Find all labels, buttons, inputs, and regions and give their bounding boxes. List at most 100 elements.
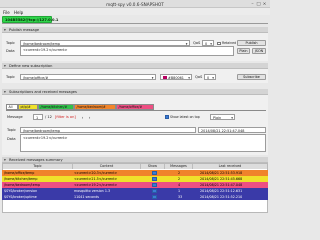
chevron-right-icon[interactable]: › <box>87 115 92 120</box>
row-show-checkbox[interactable] <box>152 189 157 193</box>
row-messages: 4 <box>178 182 181 187</box>
plain-format-button[interactable]: Plain <box>237 48 250 54</box>
row-show-checkbox[interactable] <box>152 177 157 181</box>
menu-help[interactable]: Help <box>14 10 23 15</box>
retained-label: Retained <box>222 40 237 45</box>
row-messages: 2 <box>178 170 181 175</box>
row-topic: /home/kitchen/temp <box>4 176 38 181</box>
publish-topic-label: Topic <box>6 40 16 45</box>
publish-data-value: <current>19.2</current> <box>23 47 68 52</box>
color-swatch <box>162 76 167 79</box>
subscribe-topic-input[interactable]: /home/office/# ▾ <box>20 74 156 80</box>
connection-divider <box>2 23 268 24</box>
table-row[interactable]: /home/bedroom/temp <current>19.2</curren… <box>2 182 268 188</box>
row-content: 11041 seconds <box>74 194 100 199</box>
publish-topic-value: /home/bedroom/temp <box>23 41 61 46</box>
table-row[interactable]: $SYS/broker/version mosquitto version 1.… <box>2 188 268 194</box>
column-header-show[interactable]: Show <box>141 164 165 169</box>
window-title: mqtt-spy v0.0.6-SNAPSHOT <box>106 1 164 7</box>
filter-status: [filter is on] <box>55 115 76 119</box>
received-topic-label: Topic <box>7 128 17 132</box>
row-messages: 33 <box>178 194 183 199</box>
collapse-arrow-icon: ▾ <box>4 63 6 68</box>
subscribe-qos-label: QoS <box>195 74 203 79</box>
row-show-checkbox[interactable] <box>152 171 157 175</box>
subscribe-qos-select[interactable]: 0 ▾ <box>204 74 216 80</box>
row-content: <current>20.3</current> <box>74 170 118 175</box>
column-header-messages[interactable]: Messages <box>165 164 193 169</box>
status-bar <box>0 215 270 222</box>
subscription-section-title: Define new subscription <box>9 64 53 68</box>
chevron-left-icon[interactable]: ‹ <box>80 115 85 120</box>
publish-data-label: Data <box>6 49 15 53</box>
json-format-button[interactable]: JSON <box>252 48 266 54</box>
publish-data-input[interactable]: <current>19.2</current> <box>20 46 234 56</box>
retained-checkbox[interactable] <box>217 41 221 45</box>
menu-bar: File Help <box>0 8 270 15</box>
messages-section-title: Subscriptions and received messages <box>9 90 77 94</box>
message-index-value: 1 <box>36 115 39 120</box>
collapse-arrow-icon: ▾ <box>4 157 6 162</box>
format-select[interactable]: Plain ▾ <box>210 114 235 120</box>
summary-section-title: Received messages summary <box>9 158 63 162</box>
row-topic: /home/office/temp <box>4 170 35 175</box>
row-topic: $SYS/broker/version <box>4 188 38 193</box>
publish-qos-value: 0 <box>205 41 208 46</box>
received-data-label: Data <box>7 137 16 141</box>
row-last-received: 2014/08/21 22:51:45.668 <box>200 176 243 181</box>
subscribe-topic-value: /home/office/# <box>23 75 49 80</box>
chevron-down-icon: ▾ <box>185 41 188 46</box>
row-content: <current>21.5</current> <box>74 176 118 181</box>
subscribe-qos-value: 0 <box>207 75 210 80</box>
column-header-content[interactable]: Content <box>73 164 141 169</box>
row-show-checkbox[interactable] <box>152 183 157 187</box>
message-total: / 12 <box>45 115 52 119</box>
subscribe-button[interactable]: Subscribe <box>237 74 266 80</box>
row-messages: 1 <box>178 188 181 193</box>
maximize-icon[interactable]: □ <box>256 2 261 7</box>
chevron-down-icon: ▾ <box>188 75 190 80</box>
publish-button[interactable]: Publish <box>237 40 266 46</box>
close-icon[interactable]: × <box>262 2 267 7</box>
chevron-down-icon: ▾ <box>151 75 154 80</box>
title-bar: mqtt-spy v0.0.6-SNAPSHOT – □ × <box>0 0 270 8</box>
table-row[interactable]: /home/kitchen/temp <current>21.5</curren… <box>2 176 268 182</box>
publish-qos-label: QoS <box>193 40 201 45</box>
row-content: mosquitto version 1.3 <box>74 188 111 193</box>
chevron-down-icon: ▾ <box>210 41 212 46</box>
show-latest-checkbox[interactable] <box>165 115 169 119</box>
row-topic: $SYS/broker/uptime <box>4 194 37 199</box>
column-header-last-received[interactable]: Last received <box>193 164 267 169</box>
minimize-icon[interactable]: – <box>250 2 255 7</box>
show-latest-label: Show latest on top <box>170 115 200 119</box>
tab-underline <box>6 110 266 111</box>
column-header-topic[interactable]: Topic <box>3 164 73 169</box>
row-content: <current>19.2</current> <box>74 182 118 187</box>
row-last-received: 2014/08/21 22:51:53.918 <box>200 170 243 175</box>
table-row[interactable]: $SYS/broker/uptime 11041 seconds 33 2014… <box>2 194 268 200</box>
table-row[interactable]: /home/office/temp <current>20.3</current… <box>2 170 268 176</box>
connection-tab[interactable]: 104B5582@tcp://127.0.0.1 <box>2 16 58 23</box>
chevron-down-icon: ▾ <box>212 75 214 80</box>
received-timestamp-value: 2014/08/21 22:51:47.048 <box>201 128 245 133</box>
subscribe-topic-label: Topic <box>6 74 16 79</box>
format-value: Plain <box>213 115 222 120</box>
color-value: #B80061 <box>168 75 184 80</box>
connection-tab-label: 104B5582@tcp://127.0.0.1 <box>5 18 59 22</box>
publish-section-title: Publish message <box>9 28 40 32</box>
message-label: Message <box>7 115 23 119</box>
row-last-received: 2014/08/21 22:51:12.631 <box>200 188 243 193</box>
menu-file[interactable]: File <box>3 10 10 15</box>
received-data-field[interactable]: <current>19.2</current> <box>20 134 266 152</box>
row-topic: /home/bedroom/temp <box>4 182 41 187</box>
subscription-color-picker[interactable]: #B80061 ▾ <box>160 74 192 80</box>
chevron-down-icon: ▾ <box>231 115 233 120</box>
row-show-checkbox[interactable] <box>152 195 157 199</box>
collapse-arrow-icon: ▾ <box>4 89 6 94</box>
collapse-arrow-icon: ▾ <box>4 27 6 32</box>
row-last-received: 2014/08/21 22:51:47.048 <box>200 182 243 187</box>
received-data-value: <current>19.2</current> <box>23 135 68 140</box>
message-index-input[interactable]: 1 <box>33 114 43 120</box>
row-last-received: 2014/08/21 22:51:52.210 <box>200 194 243 199</box>
received-topic-field: /home/bedroom/temp <box>20 127 196 133</box>
